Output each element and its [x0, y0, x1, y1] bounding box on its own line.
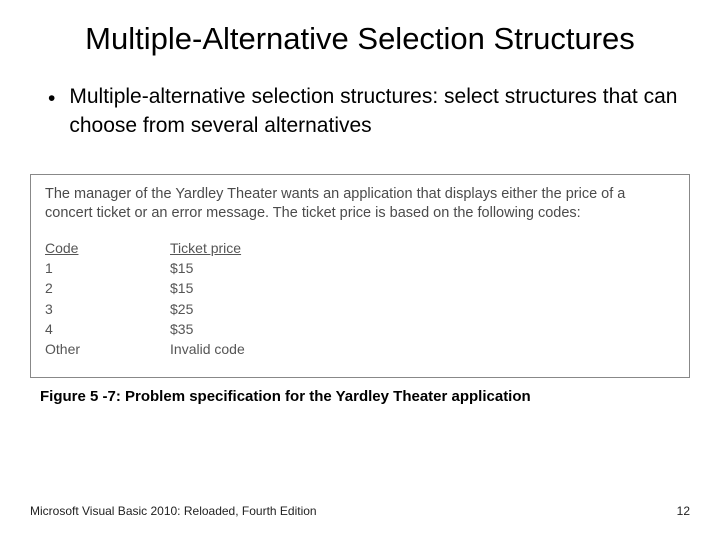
bullet-item: • Multiple-alternative selection structu… — [48, 83, 680, 140]
table-cell: $35 — [170, 319, 245, 339]
code-header: Code — [45, 240, 80, 256]
price-header: Ticket price — [170, 240, 245, 256]
table-cell: 3 — [45, 299, 80, 319]
slide-title: Multiple-Alternative Selection Structure… — [30, 20, 690, 57]
slide-footer: Microsoft Visual Basic 2010: Reloaded, F… — [30, 504, 690, 518]
table-cell: $25 — [170, 299, 245, 319]
table-cell: 4 — [45, 319, 80, 339]
table-cell: $15 — [170, 258, 245, 278]
price-column: Ticket price $15 $15 $25 $35 Invalid cod… — [170, 240, 245, 359]
table-cell: 1 — [45, 258, 80, 278]
table-cell: Other — [45, 339, 80, 359]
problem-description: The manager of the Yardley Theater wants… — [45, 185, 675, 224]
bullet-dot-icon: • — [48, 85, 55, 113]
table-cell: 2 — [45, 278, 80, 298]
footer-source: Microsoft Visual Basic 2010: Reloaded, F… — [30, 504, 317, 518]
bullet-list: • Multiple-alternative selection structu… — [30, 83, 690, 140]
footer-page-number: 12 — [677, 504, 690, 518]
code-column: Code 1 2 3 4 Other — [45, 240, 80, 359]
problem-specification-box: The manager of the Yardley Theater wants… — [30, 174, 690, 379]
figure-caption: Figure 5 -7: Problem specification for t… — [30, 388, 690, 405]
bullet-text: Multiple-alternative selection structure… — [69, 83, 680, 140]
table-cell: Invalid code — [170, 339, 245, 359]
table-cell: $15 — [170, 278, 245, 298]
code-price-table: Code 1 2 3 4 Other Ticket price $15 $15 … — [45, 240, 675, 359]
